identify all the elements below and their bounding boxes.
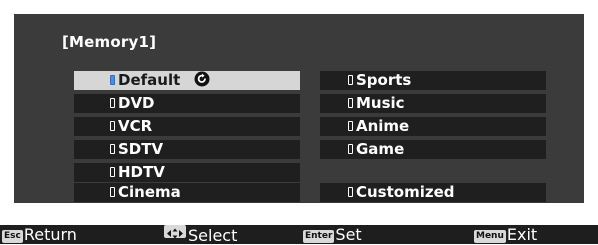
selection-indicator-icon [110,187,115,197]
option-sports[interactable]: Sports [320,71,546,90]
select-hint: Select [164,225,238,245]
option-label: SDTV [118,140,164,158]
enter-key-icon: Enter [303,230,335,243]
option-label: DVD [118,94,155,112]
selection-indicator-icon [110,167,115,177]
option-label: Default [118,71,181,89]
option-label: Anime [356,117,410,135]
option-game[interactable]: Game [320,140,546,159]
option-dvd[interactable]: DVD [74,94,300,113]
select-label: Select [188,226,238,245]
option-anime[interactable]: Anime [320,117,546,136]
guide-bar: Esc Return Select Enter Set Menu Exit [0,225,598,245]
option-label: VCR [118,117,153,135]
selection-indicator-icon [348,187,353,197]
exit-label: Exit [506,225,538,244]
selection-indicator-icon [110,75,115,85]
selection-indicator-icon [110,144,115,154]
selection-indicator-icon [348,75,353,85]
option-sdtv[interactable]: SDTV [74,140,300,159]
option-label: Customized [356,183,455,201]
option-label: Music [356,94,405,112]
selection-indicator-icon [348,144,353,154]
adjust-icon [194,71,209,87]
memory-screen: [Memory1] Default DVD VCR SDTV HDTV Cine… [0,0,598,245]
option-customized[interactable]: Customized [320,183,546,202]
selection-indicator-icon [348,121,353,131]
option-label: HDTV [118,163,165,181]
selection-indicator-icon [110,121,115,131]
option-vcr[interactable]: VCR [74,117,300,136]
esc-key-icon: Esc [2,230,23,243]
option-cinema[interactable]: Cinema [74,183,300,202]
option-label: Cinema [118,183,181,201]
selection-indicator-icon [348,98,353,108]
option-label: Sports [356,71,412,89]
set-hint[interactable]: Enter Set [303,225,362,244]
selection-indicator-icon [110,98,115,108]
option-label: Game [356,140,405,158]
screen-title: [Memory1] [62,33,157,51]
exit-hint[interactable]: Menu Exit [474,225,537,244]
return-label: Return [23,225,77,244]
option-default[interactable]: Default [74,71,300,90]
return-hint[interactable]: Esc Return [2,225,77,244]
set-label: Set [335,225,362,244]
option-music[interactable]: Music [320,94,546,113]
menu-key-icon: Menu [474,230,506,243]
option-hdtv[interactable]: HDTV [74,163,300,182]
arrow-keys-icon [164,225,186,239]
